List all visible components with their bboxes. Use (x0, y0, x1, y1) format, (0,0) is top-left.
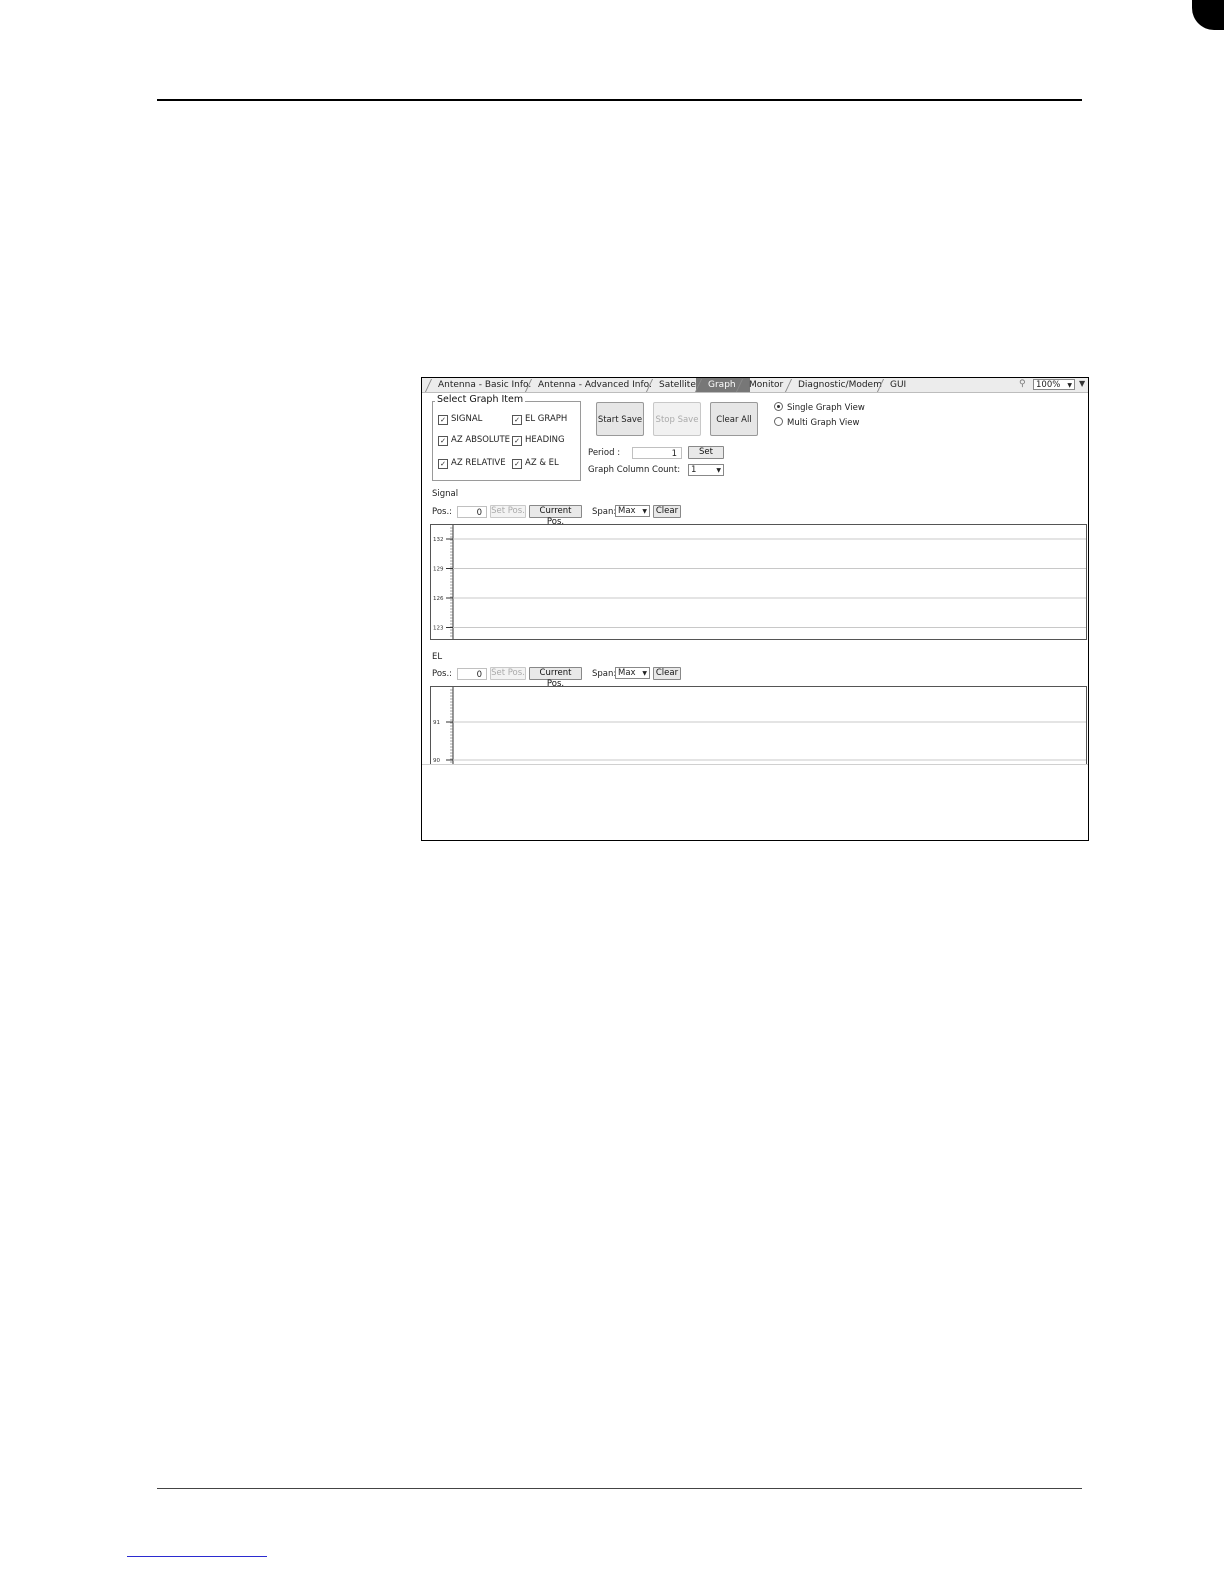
signal-clear-button[interactable]: Clear (653, 505, 681, 518)
footer-link-underline (127, 1556, 267, 1557)
chevron-down-icon: ▼ (642, 508, 647, 515)
checkmark-icon: ✓ (438, 459, 448, 469)
chevron-down-icon: ▼ (642, 670, 647, 677)
checkbox-az-el[interactable]: ✓ AZ & EL (512, 458, 559, 469)
tab-bar: Antenna - Basic Info. Antenna - Advanced… (422, 378, 1088, 393)
start-save-button[interactable]: Start Save (596, 402, 644, 436)
footer-rule (157, 1488, 1082, 1489)
checkbox-label: AZ & EL (525, 458, 559, 468)
checkbox-label: AZ ABSOLUTE (451, 435, 511, 445)
radio-unselected-icon (774, 417, 783, 426)
period-set-button[interactable]: Set (688, 446, 724, 459)
y-tick-label: 132 (433, 537, 444, 543)
span-value: Max (618, 668, 636, 678)
period-input[interactable]: 1 (632, 447, 682, 459)
overflow-menu-icon[interactable]: ▼ (1079, 379, 1085, 388)
graph-column-count-select[interactable]: 1 ▼ (688, 464, 724, 476)
checkmark-icon: ✓ (438, 415, 448, 425)
tab-label: Antenna - Basic Info. (438, 380, 532, 390)
checkbox-label: AZ RELATIVE (451, 458, 506, 468)
tab-gui[interactable]: GUI (878, 378, 922, 392)
tab-label: Antenna - Advanced Info. (538, 380, 652, 390)
chevron-down-icon: ▼ (1067, 382, 1072, 389)
checkbox-label: EL GRAPH (525, 414, 568, 424)
chevron-down-icon: ▼ (716, 467, 721, 474)
app-window: Antenna - Basic Info. Antenna - Advanced… (422, 378, 1088, 764)
el-clear-button[interactable]: Clear (653, 667, 681, 680)
signal-set-pos-button[interactable]: Set Pos. (490, 505, 526, 518)
checkbox-el-graph[interactable]: ✓ EL GRAPH (512, 414, 567, 425)
radio-label: Multi Graph View (787, 418, 860, 428)
el-graph-plot: 9190 (433, 687, 1086, 764)
page-corner-tab (1192, 0, 1224, 30)
el-span-label: Span: (592, 669, 617, 679)
radio-label: Single Graph View (787, 403, 865, 413)
el-set-pos-button[interactable]: Set Pos. (490, 667, 526, 680)
multi-graph-view-radio[interactable]: Multi Graph View (774, 417, 859, 428)
checkbox-az-absolute[interactable]: ✓ AZ ABSOLUTE (438, 435, 510, 446)
el-current-pos-button[interactable]: Current Pos. (529, 667, 582, 689)
tab-label: Monitor (749, 380, 784, 390)
signal-graph-plot: 132 129 126 123 (433, 525, 1086, 639)
checkmark-icon: ✓ (512, 415, 522, 425)
el-span-select[interactable]: Max ▼ (615, 667, 650, 679)
screenshot-frame: Antenna - Basic Info. Antenna - Advanced… (421, 377, 1089, 841)
header-rule (157, 99, 1082, 101)
screenshot-blank-area (422, 764, 1088, 840)
radio-selected-icon (774, 402, 783, 411)
zoom-value: 100% (1036, 380, 1061, 390)
checkbox-label: SIGNAL (451, 414, 483, 424)
zoom-select[interactable]: 100% ▼ (1033, 379, 1075, 390)
column-count-value: 1 (691, 465, 697, 475)
tab-label: GUI (890, 380, 907, 390)
signal-current-pos-button[interactable]: Current Pos. (529, 505, 582, 527)
checkbox-signal[interactable]: ✓ SIGNAL (438, 414, 482, 425)
y-tick-label: 126 (433, 596, 444, 602)
stop-save-button[interactable]: Stop Save (653, 402, 701, 436)
tab-label: Graph (708, 380, 736, 390)
el-graph[interactable]: 91 90 (430, 686, 1087, 764)
checkbox-label: HEADING (525, 435, 565, 445)
single-graph-view-radio[interactable]: Single Graph View (774, 402, 865, 413)
el-pos-input[interactable]: 0 (457, 668, 487, 680)
y-tick-label: 123 (433, 626, 444, 632)
span-value: Max (618, 506, 636, 516)
checkmark-icon: ✓ (438, 436, 448, 446)
checkmark-icon: ✓ (512, 436, 522, 446)
el-panel-title: EL (432, 652, 443, 662)
signal-pos-input[interactable]: 0 (457, 506, 487, 518)
el-pos-label: Pos.: (432, 669, 453, 679)
tab-label: Satellite (659, 380, 696, 390)
signal-panel-title: Signal (432, 489, 459, 499)
y-tick-label: 91 (433, 720, 440, 726)
signal-pos-label: Pos.: (432, 507, 453, 517)
period-label: Period : (588, 448, 621, 458)
signal-graph[interactable]: 132 129 126 123 (430, 524, 1087, 640)
graph-column-count-label: Graph Column Count: (588, 465, 681, 475)
tab-antenna-basic-info[interactable]: Antenna - Basic Info. (426, 378, 534, 392)
checkbox-az-relative[interactable]: ✓ AZ RELATIVE (438, 458, 506, 469)
tab-antenna-advanced-info[interactable]: Antenna - Advanced Info. (526, 378, 655, 392)
signal-span-select[interactable]: Max ▼ (615, 505, 650, 517)
clear-all-button[interactable]: Clear All (710, 402, 758, 436)
signal-span-label: Span: (592, 507, 617, 517)
select-graph-item-title: Select Graph Item (435, 394, 526, 405)
y-tick-label: 129 (433, 567, 444, 573)
checkmark-icon: ✓ (512, 459, 522, 469)
zoom-icon: ⚲ (1019, 379, 1026, 389)
checkbox-heading[interactable]: ✓ HEADING (512, 435, 565, 446)
tab-diagnostic-modem[interactable]: Diagnostic/Modem (786, 378, 890, 392)
tab-label: Diagnostic/Modem (798, 380, 882, 390)
